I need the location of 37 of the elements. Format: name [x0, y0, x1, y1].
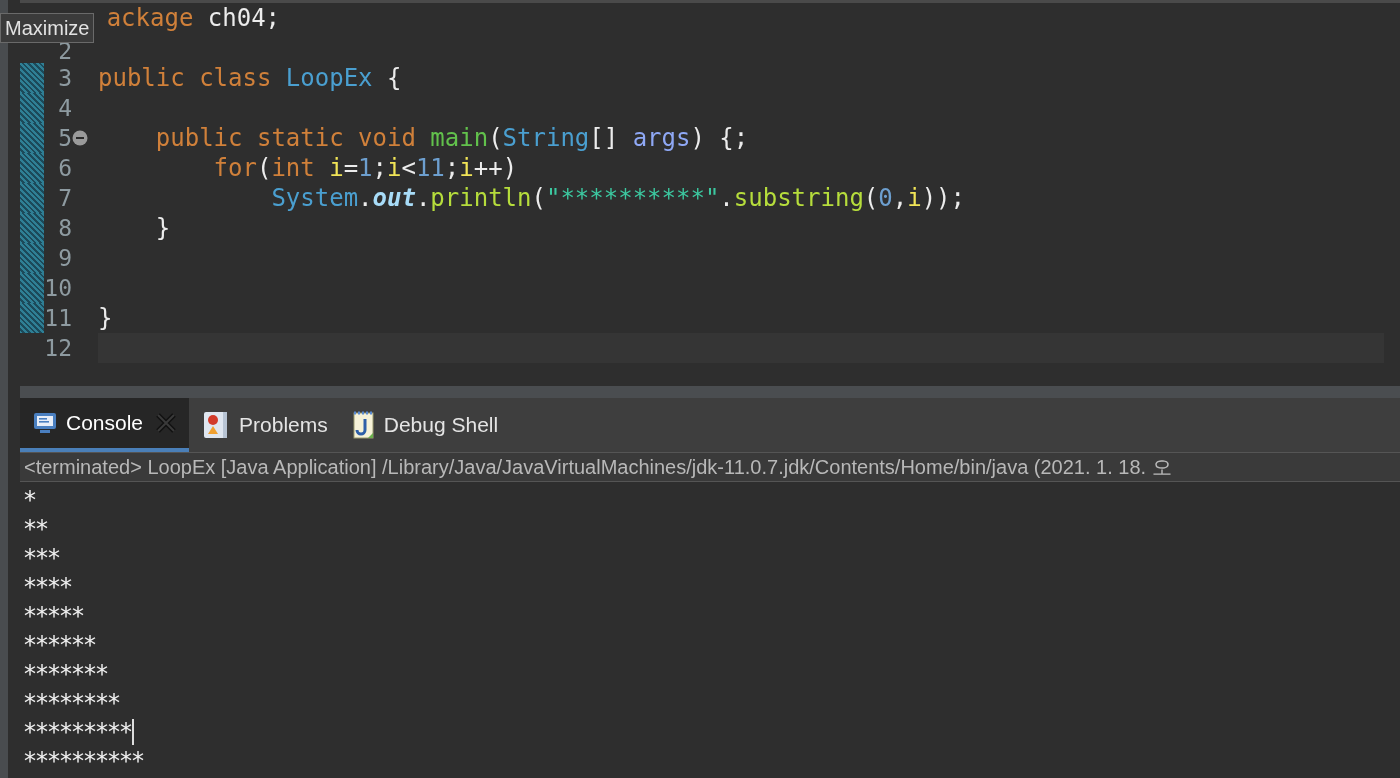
output-line: ********* — [24, 717, 132, 746]
output-line: * — [24, 485, 36, 514]
view-tab[interactable]: Debug Shell — [339, 398, 511, 452]
code-line: System.out.println("**********".substring(0,i)); — [270, 184, 966, 212]
view-tab[interactable]: Console — [20, 398, 190, 452]
pane-splitter[interactable] — [20, 386, 1400, 398]
collapse-icon[interactable] — [72, 130, 88, 146]
line-number: 11 — [44, 305, 72, 331]
output-line: *** — [24, 543, 60, 572]
monitor-icon — [32, 410, 58, 436]
line-number: 6 — [58, 155, 72, 181]
line-number: 9 — [58, 245, 72, 271]
code-line: ackage ch04; — [105, 4, 281, 32]
view-tab[interactable]: Problems — [189, 398, 340, 452]
line-number: 7 — [58, 185, 72, 211]
output-line: ****** — [24, 630, 96, 659]
code-line: public class LoopEx { — [98, 64, 402, 92]
line-number: 10 — [44, 275, 72, 301]
line-number: 3 — [58, 65, 72, 91]
output-line: ***** — [24, 601, 84, 630]
output-line: ********** — [24, 746, 144, 775]
output-line: ******* — [24, 659, 108, 688]
code-line: public static void main(String[] args) {; — [154, 124, 749, 152]
line-number: 4 — [58, 95, 72, 121]
code-line: } — [154, 214, 171, 242]
close-icon[interactable] — [155, 412, 178, 434]
code-line: } — [98, 304, 113, 332]
process-status: <terminated> LoopEx [Java Application] /Library/Java/JavaVirtualMachines/jdk-11.0.7.jdk/Contents/Home/bin/java (2021. 1. 18. 오 — [20, 452, 1400, 482]
tooltip: Maximize — [0, 13, 95, 43]
line-number: 12 — [44, 335, 72, 361]
line-number: 8 — [58, 215, 72, 241]
output-line: **** — [24, 572, 72, 601]
line-number: 5 — [58, 125, 72, 151]
output-line: ******** — [24, 688, 120, 717]
j-page-icon — [351, 410, 376, 440]
output-line: ** — [24, 514, 48, 543]
code-line: for(int i=1;i<11;i++) — [212, 154, 518, 182]
